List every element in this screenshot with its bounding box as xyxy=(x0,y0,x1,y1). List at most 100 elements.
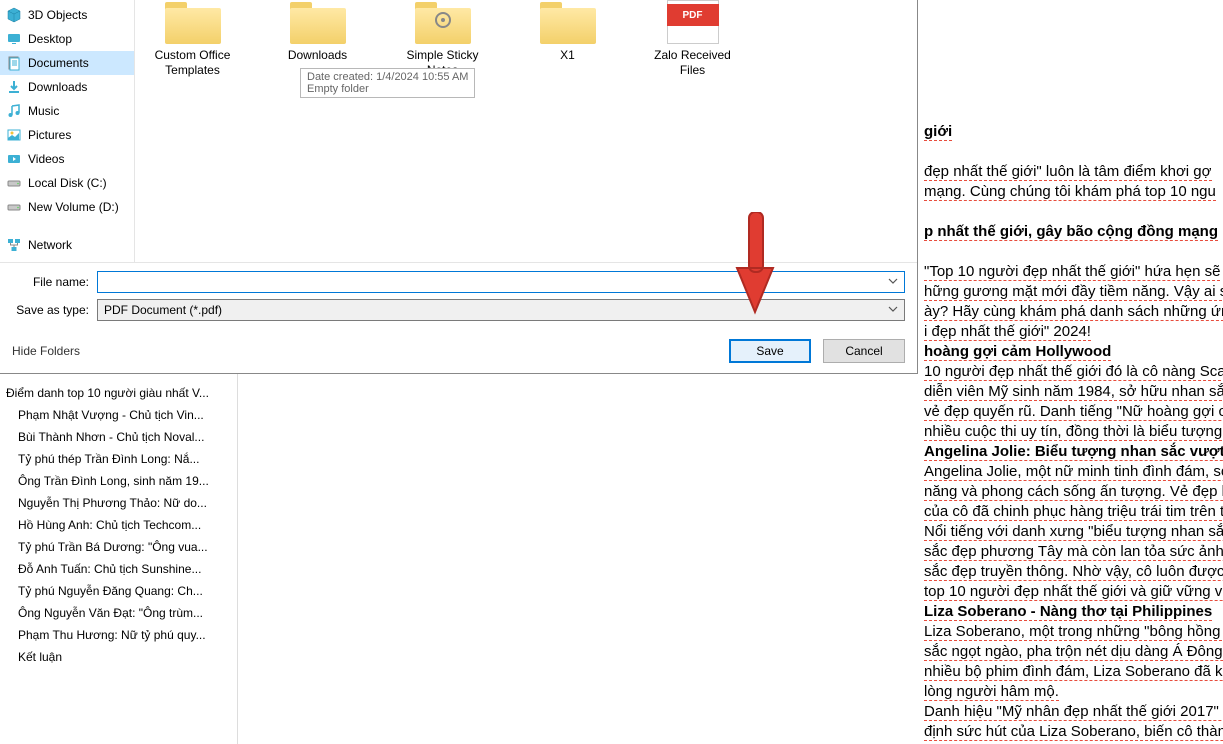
document-pane: giới đẹp nhất thế giới" luôn là tâm điểm… xyxy=(918,0,1223,744)
nav-item-videos[interactable]: Videos xyxy=(0,147,134,171)
folder-item[interactable]: Downloads xyxy=(270,0,365,63)
cancel-button[interactable]: Cancel xyxy=(823,339,905,363)
tooltip-line1: Date created: 1/4/2024 10:55 AM xyxy=(307,71,468,83)
document-line: Danh hiệu "Mỹ nhân đẹp nhất thế giới 201… xyxy=(924,702,1223,722)
folder-item[interactable]: X1 xyxy=(520,0,615,63)
folder-item[interactable]: Simple Sticky Notes xyxy=(395,0,490,78)
document-line: Angelina Jolie: Biểu tượng nhan sắc vượt… xyxy=(924,442,1223,462)
nav-item-desktop[interactable]: Desktop xyxy=(0,27,134,51)
nav-item-pictures[interactable]: Pictures xyxy=(0,123,134,147)
folder-item[interactable]: PDFZalo Received Files xyxy=(645,0,740,78)
save-as-dialog: 3D Objects Desktop Documents Downloads Music… xyxy=(0,0,918,374)
nav-item-label: Pictures xyxy=(28,128,71,142)
document-line: nhiều cuộc thi uy tín, đồng thời là biểu… xyxy=(924,422,1223,442)
document-content: giới đẹp nhất thế giới" luôn là tâm điểm… xyxy=(924,122,1223,742)
document-outline-pane: Điểm danh top 10 người giàu nhất V...Phạ… xyxy=(0,374,238,744)
document-line: vẻ đẹp quyến rũ. Danh tiếng "Nữ hoàng gợ… xyxy=(924,402,1223,422)
nav-item-downloads[interactable]: Downloads xyxy=(0,75,134,99)
filename-input[interactable] xyxy=(97,271,905,293)
tooltip-line2: Empty folder xyxy=(307,83,468,95)
videos-icon xyxy=(6,151,22,167)
saveastype-dropdown[interactable]: PDF Document (*.pdf) xyxy=(97,299,905,321)
outline-item[interactable]: Kết luận xyxy=(0,646,237,668)
save-button[interactable]: Save xyxy=(729,339,811,363)
document-line: của cô đã chinh phục hàng triệu trái tim… xyxy=(924,502,1223,522)
document-line: năng và phong cách sống ấn tượng. Vẻ đẹp… xyxy=(924,482,1223,502)
nav-item-label: Downloads xyxy=(28,80,87,94)
outline-item[interactable]: Tỷ phú Nguyễn Đăng Quang: Ch... xyxy=(0,580,237,602)
folder-tooltip: Date created: 1/4/2024 10:55 AM Empty fo… xyxy=(300,68,475,98)
nav-item-label: Local Disk (C:) xyxy=(28,176,107,190)
outline-item[interactable]: Tỷ phú thép Trần Đình Long: Nắ... xyxy=(0,448,237,470)
outline-item[interactable]: Phạm Nhật Vượng - Chủ tịch Vin... xyxy=(0,404,237,426)
document-line: Nổi tiếng với danh xưng "biểu tượng nhan… xyxy=(924,522,1223,542)
nav-item-3d-objects[interactable]: 3D Objects xyxy=(0,3,134,27)
outline-item[interactable]: Phạm Thu Hương: Nữ tỷ phú quy... xyxy=(0,624,237,646)
folder-grid: Custom Office Templates Downloads Simple S… xyxy=(145,0,907,78)
nav-item-label: Desktop xyxy=(28,32,72,46)
cube-icon xyxy=(6,7,22,23)
document-line: Liza Soberano, một trong những "bông hồn… xyxy=(924,622,1223,642)
folder-item[interactable]: Custom Office Templates xyxy=(145,0,240,78)
drive-icon xyxy=(6,175,22,191)
outline-item[interactable]: Đỗ Anh Tuấn: Chủ tịch Sunshine... xyxy=(0,558,237,580)
document-line: hững gương mặt mới đầy tiềm năng. Vậy ai… xyxy=(924,282,1223,302)
document-line: giới xyxy=(924,122,1223,142)
music-icon xyxy=(6,103,22,119)
document-line: diễn viên Mỹ sinh năm 1984, sở hữu nhan … xyxy=(924,382,1223,402)
outline-item[interactable]: Hồ Hùng Anh: Chủ tịch Techcom... xyxy=(0,514,237,536)
documents-icon xyxy=(6,55,22,71)
hide-folders-link[interactable]: Hide Folders xyxy=(12,344,80,358)
nav-item-new-volume-d-[interactable]: New Volume (D:) xyxy=(0,195,134,219)
document-line: hoàng gợi cảm Hollywood xyxy=(924,342,1223,362)
drive-icon xyxy=(6,199,22,215)
nav-item-network[interactable]: Network xyxy=(0,233,134,257)
document-line xyxy=(924,202,1223,222)
outline-item[interactable]: Ông Nguyễn Văn Đạt: "Ông trùm... xyxy=(0,602,237,624)
filename-label: File name: xyxy=(12,275,97,289)
document-line: ày? Hãy cùng khám phá danh sách những ứn xyxy=(924,302,1223,322)
document-line: i đẹp nhất thế giới" 2024! xyxy=(924,322,1223,342)
dialog-body: 3D Objects Desktop Documents Downloads Music… xyxy=(0,0,917,262)
document-line: sắc đẹp truyền thông. Nhờ vậy, cô luôn đ… xyxy=(924,562,1223,582)
document-line: mạng. Cùng chúng tôi khám phá top 10 ngu xyxy=(924,182,1223,202)
navigation-pane: 3D Objects Desktop Documents Downloads Music… xyxy=(0,0,135,262)
saveastype-label: Save as type: xyxy=(12,303,97,317)
outline-item[interactable]: Nguyễn Thị Phương Thảo: Nữ do... xyxy=(0,492,237,514)
nav-item-label: 3D Objects xyxy=(28,8,87,22)
folder-label: Zalo Received Files xyxy=(645,48,740,78)
folder-label: Downloads xyxy=(270,48,365,63)
outline-item[interactable]: Ông Trần Đình Long, sinh năm 19... xyxy=(0,470,237,492)
dialog-footer: File name: Save as type: PDF Document (*… xyxy=(0,262,917,373)
document-line xyxy=(924,142,1223,162)
nav-item-label: Music xyxy=(28,104,59,118)
folder-content-pane[interactable]: Custom Office Templates Downloads Simple S… xyxy=(135,0,917,262)
network-icon xyxy=(6,237,22,253)
document-line: Angelina Jolie, một nữ minh tinh đình đá… xyxy=(924,462,1223,482)
outline-item[interactable]: Điểm danh top 10 người giàu nhất V... xyxy=(0,382,237,404)
folder-label: X1 xyxy=(520,48,615,63)
nav-item-label: Videos xyxy=(28,152,64,166)
nav-item-label: New Volume (D:) xyxy=(28,200,119,214)
nav-item-documents[interactable]: Documents xyxy=(0,51,134,75)
desktop-icon xyxy=(6,31,22,47)
document-line xyxy=(924,242,1223,262)
nav-item-label: Documents xyxy=(28,56,89,70)
document-line: nhiều bộ phim đình đám, Liza Soberano đã… xyxy=(924,662,1223,682)
pictures-icon xyxy=(6,127,22,143)
chevron-down-icon[interactable] xyxy=(888,276,898,286)
document-line: lòng người hâm mộ. xyxy=(924,682,1223,702)
document-line: top 10 người đẹp nhất thế giới và giữ vữ… xyxy=(924,582,1223,602)
document-line: p nhất thế giới, gây bão cộng đồng mạng xyxy=(924,222,1223,242)
nav-item-music[interactable]: Music xyxy=(0,99,134,123)
downloads-icon xyxy=(6,79,22,95)
document-line: sắc đẹp phương Tây mà còn lan tỏa sức ản… xyxy=(924,542,1223,562)
outline-item[interactable]: Tỷ phú Trần Bá Dương: "Ông vua... xyxy=(0,536,237,558)
nav-item-label: Network xyxy=(28,238,72,252)
folder-label: Custom Office Templates xyxy=(145,48,240,78)
outline-item[interactable]: Bùi Thành Nhơn - Chủ tịch Noval... xyxy=(0,426,237,448)
nav-item-local-disk-c-[interactable]: Local Disk (C:) xyxy=(0,171,134,195)
document-line: sắc ngọt ngào, pha trộn nét dịu dàng Á Đ… xyxy=(924,642,1223,662)
document-line: 10 người đẹp nhất thế giới đó là cô nàng… xyxy=(924,362,1223,382)
chevron-down-icon[interactable] xyxy=(888,304,898,314)
